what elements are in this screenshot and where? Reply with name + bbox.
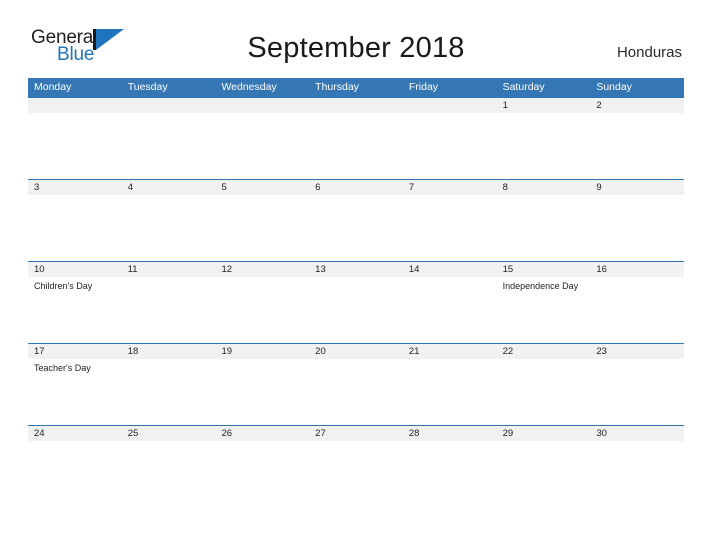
day-event[interactable] (309, 277, 403, 343)
day-event[interactable]: Teacher's Day (28, 359, 122, 425)
day-event[interactable] (590, 195, 684, 261)
date-number[interactable]: 11 (122, 262, 216, 277)
event-band: Children's Day Independence Day (28, 277, 684, 343)
date-number[interactable]: 5 (215, 180, 309, 195)
day-event[interactable] (309, 441, 403, 507)
date-number-band: 10 11 12 13 14 15 16 (28, 262, 684, 277)
date-number[interactable]: 4 (122, 180, 216, 195)
date-number[interactable]: 7 (403, 180, 497, 195)
day-event[interactable] (403, 359, 497, 425)
event-band (28, 113, 684, 179)
day-event[interactable] (122, 441, 216, 507)
date-number[interactable] (122, 98, 216, 113)
day-event[interactable] (590, 277, 684, 343)
weekday-wednesday: Wednesday (221, 81, 277, 93)
weekday-header-row: Monday Tuesday Wednesday Thursday Friday… (28, 78, 684, 97)
day-event[interactable] (215, 195, 309, 261)
day-event[interactable]: Children's Day (28, 277, 122, 343)
date-number[interactable]: 15 (497, 262, 591, 277)
day-event[interactable] (590, 441, 684, 507)
date-number[interactable]: 1 (497, 98, 591, 113)
day-event[interactable] (497, 441, 591, 507)
date-number[interactable]: 16 (590, 262, 684, 277)
day-event[interactable] (590, 359, 684, 425)
date-number[interactable]: 20 (309, 344, 403, 359)
day-event[interactable] (215, 113, 309, 179)
date-number[interactable] (28, 98, 122, 113)
date-number[interactable]: 3 (28, 180, 122, 195)
weekday-tuesday: Tuesday (127, 81, 168, 93)
date-number[interactable]: 23 (590, 344, 684, 359)
day-event[interactable] (497, 195, 591, 261)
day-event[interactable] (403, 277, 497, 343)
day-event[interactable] (403, 441, 497, 507)
day-event[interactable]: Independence Day (497, 277, 591, 343)
page-title: September 2018 (247, 32, 465, 64)
date-number[interactable]: 29 (497, 426, 591, 441)
date-number[interactable]: 9 (590, 180, 684, 195)
date-number[interactable]: 19 (215, 344, 309, 359)
weekday-monday: Monday (34, 81, 72, 93)
weekday-thursday: Thursday (315, 81, 359, 93)
region-label: Honduras (616, 44, 682, 61)
date-number[interactable]: 17 (28, 344, 122, 359)
date-number[interactable]: 27 (309, 426, 403, 441)
week-row: 1 2 (28, 97, 684, 179)
date-number[interactable]: 12 (215, 262, 309, 277)
date-number[interactable] (215, 98, 309, 113)
weekday-saturday: Saturday (502, 81, 545, 93)
event-band (28, 195, 684, 261)
event-band: Teacher's Day (28, 359, 684, 425)
date-number[interactable]: 14 (403, 262, 497, 277)
day-event[interactable] (403, 113, 497, 179)
day-event[interactable] (309, 359, 403, 425)
weekday-sunday: Sunday (596, 81, 632, 93)
date-number[interactable]: 8 (497, 180, 591, 195)
day-event[interactable] (122, 195, 216, 261)
week-row: 3 4 5 6 7 8 9 (28, 179, 684, 261)
date-number[interactable]: 22 (497, 344, 591, 359)
date-number-band: 3 4 5 6 7 8 9 (28, 180, 684, 195)
date-number[interactable] (309, 98, 403, 113)
date-number[interactable]: 18 (122, 344, 216, 359)
week-row: 10 11 12 13 14 15 16 Children's Day Inde… (28, 261, 684, 343)
date-number[interactable]: 26 (215, 426, 309, 441)
date-number[interactable]: 24 (28, 426, 122, 441)
date-number[interactable]: 2 (590, 98, 684, 113)
date-number[interactable]: 25 (122, 426, 216, 441)
calendar-page: General Blue September 2018 Honduras Mon… (0, 0, 712, 550)
calendar-grid: Monday Tuesday Wednesday Thursday Friday… (28, 78, 684, 507)
day-event[interactable] (309, 113, 403, 179)
day-event[interactable] (122, 113, 216, 179)
day-event[interactable] (122, 359, 216, 425)
date-number[interactable]: 21 (403, 344, 497, 359)
date-number[interactable]: 6 (309, 180, 403, 195)
day-event[interactable] (122, 277, 216, 343)
day-event[interactable] (215, 277, 309, 343)
date-number[interactable] (403, 98, 497, 113)
day-event[interactable] (497, 113, 591, 179)
day-event[interactable] (403, 195, 497, 261)
date-number-band: 1 2 (28, 98, 684, 113)
week-row: 24 25 26 27 28 29 30 (28, 425, 684, 507)
day-event[interactable] (497, 359, 591, 425)
day-event[interactable] (28, 441, 122, 507)
day-event[interactable] (590, 113, 684, 179)
event-band (28, 441, 684, 507)
day-event[interactable] (215, 359, 309, 425)
weekday-friday: Friday (408, 81, 439, 93)
day-event[interactable] (28, 195, 122, 261)
day-event[interactable] (215, 441, 309, 507)
page-header: General Blue September 2018 Honduras (0, 0, 712, 65)
date-number-band: 17 18 19 20 21 22 23 (28, 344, 684, 359)
week-row: 17 18 19 20 21 22 23 Teacher's Day (28, 343, 684, 425)
date-number[interactable]: 10 (28, 262, 122, 277)
date-number[interactable]: 13 (309, 262, 403, 277)
day-event[interactable] (28, 113, 122, 179)
day-event[interactable] (309, 195, 403, 261)
date-number[interactable]: 30 (590, 426, 684, 441)
date-number[interactable]: 28 (403, 426, 497, 441)
date-number-band: 24 25 26 27 28 29 30 (28, 426, 684, 441)
